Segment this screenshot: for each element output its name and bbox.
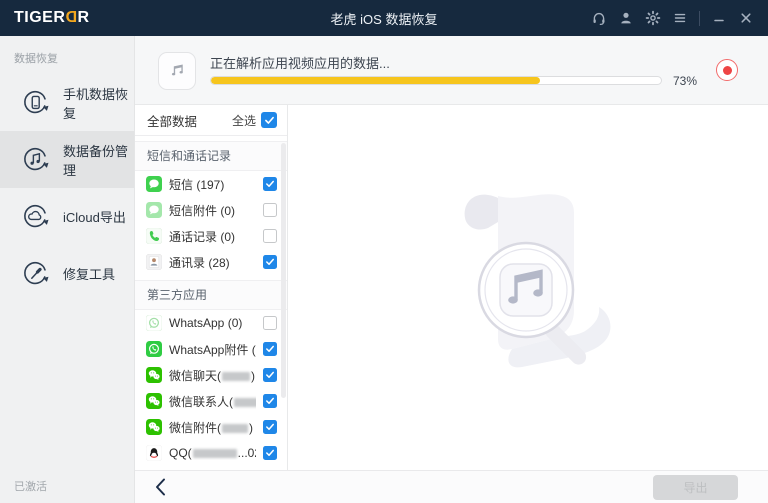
sidebar-item[interactable]: 数据备份管理 [0, 131, 134, 188]
logo-tail: R [77, 9, 89, 26]
item-checkbox[interactable] [263, 446, 277, 460]
item-checkbox[interactable] [263, 203, 277, 217]
list-item[interactable] [135, 466, 287, 470]
record-dot-icon [723, 66, 732, 75]
list-item[interactable]: 短信 (197) [135, 171, 287, 197]
list-item-label: 短信 (197) [169, 176, 256, 193]
list-item-label: 微信联系人() (2126) [169, 393, 256, 410]
main-area: 正在解析应用视频应用的数据... 73% 全部数据 全选 [135, 36, 768, 503]
sms-attachment-icon [146, 202, 162, 218]
item-checkbox[interactable] [263, 342, 277, 356]
progress-bar [210, 76, 662, 85]
sidebar-item[interactable]: 修复工具 [0, 245, 134, 302]
logo-accent-letter: D [65, 9, 77, 27]
list-item[interactable]: 通讯录 (28) [135, 249, 287, 275]
list-item[interactable]: 短信附件 (0) [135, 197, 287, 223]
menu-icon[interactable] [672, 10, 688, 26]
back-chevron-icon[interactable] [150, 477, 170, 497]
data-type-panel: 全部数据 全选 短信和通话记录短信 (197) 短信附件 (0) 通话记录 (0) 通… [135, 105, 288, 470]
sidebar-item-label: 手机数据恢复 [63, 84, 134, 122]
list-item[interactable]: WhatsApp附件 (2) [135, 336, 287, 362]
bottom-bar: 导出 [135, 470, 768, 503]
preview-area [288, 105, 768, 470]
list-item[interactable]: QQ(...021) (2) [135, 440, 287, 466]
parsing-illustration [412, 176, 644, 400]
sidebar-item[interactable]: 手机数据恢复 [0, 74, 134, 131]
sidebar-item-label: 数据备份管理 [63, 141, 134, 179]
wechat-icon [146, 419, 162, 435]
list-item[interactable]: 微信附件() (9259) [135, 414, 287, 440]
section-header: 第三方应用 [135, 280, 287, 310]
whatsapp-light-icon [146, 315, 162, 331]
whatsapp-icon [146, 341, 162, 357]
backup-management-icon [21, 145, 51, 175]
titlebar-actions [584, 10, 754, 26]
list-item[interactable]: WhatsApp (0) [135, 310, 287, 336]
gear-icon[interactable] [645, 10, 661, 26]
scan-status-text: 正在解析应用视频应用的数据... [210, 53, 390, 72]
list-scrollbar[interactable] [281, 143, 286, 398]
list-item[interactable]: 微信联系人() (2126) [135, 388, 287, 414]
item-checkbox[interactable] [263, 420, 277, 434]
qq-icon [146, 445, 162, 461]
wechat-icon [146, 367, 162, 383]
section-header: 短信和通话记录 [135, 141, 287, 171]
list-title: 全部数据 [147, 111, 232, 130]
headset-icon[interactable] [591, 10, 607, 26]
item-checkbox[interactable] [263, 229, 277, 243]
item-checkbox[interactable] [263, 368, 277, 382]
select-all-checkbox[interactable] [261, 112, 277, 128]
sms-icon [146, 176, 162, 192]
music-note-icon [158, 52, 196, 90]
list-item[interactable]: 微信聊天() (280) [135, 362, 287, 388]
redacted-text [222, 372, 250, 381]
list-item-label: QQ(...021) (2) [169, 446, 256, 460]
redacted-text [222, 424, 248, 433]
sidebar-section-label: 数据恢复 [0, 36, 134, 74]
select-all-label: 全选 [232, 112, 256, 129]
titlebar: TIGERDR 老虎 iOS 数据恢复 [0, 0, 768, 36]
list-item-label: WhatsApp (0) [169, 316, 256, 330]
repair-tool-icon [21, 259, 51, 289]
export-button[interactable]: 导出 [653, 475, 738, 500]
app-logo: TIGERDR [14, 9, 184, 27]
icloud-export-icon [21, 202, 51, 232]
list-item-label: 通讯录 (28) [169, 254, 256, 271]
window-title: 老虎 iOS 数据恢复 [184, 9, 584, 28]
user-icon[interactable] [618, 10, 634, 26]
redacted-text [234, 398, 256, 407]
sidebar-item-label: iCloud导出 [63, 207, 126, 226]
sidebar-item[interactable]: iCloud导出 [0, 188, 134, 245]
minimize-icon[interactable] [711, 10, 727, 26]
list-item-label: 通话记录 (0) [169, 228, 256, 245]
wechat-icon [146, 393, 162, 409]
scan-progress-area: 正在解析应用视频应用的数据... 73% [135, 36, 768, 105]
list-sections: 短信和通话记录短信 (197) 短信附件 (0) 通话记录 (0) 通讯录 (28) 第… [135, 141, 287, 470]
activation-status: 已激活 [14, 478, 47, 494]
item-checkbox[interactable] [263, 316, 277, 330]
progress-percent: 73% [673, 74, 697, 88]
list-header: 全部数据 全选 [135, 105, 287, 136]
sidebar-item-label: 修复工具 [63, 264, 115, 283]
item-checkbox[interactable] [263, 177, 277, 191]
progress-fill [211, 77, 540, 84]
app-window: TIGERDR 老虎 iOS 数据恢复 [0, 0, 768, 503]
record-stop-button[interactable] [716, 59, 738, 81]
list-item-label: WhatsApp附件 (2) [169, 341, 256, 358]
phone-recovery-icon [21, 88, 51, 118]
close-icon[interactable] [738, 10, 754, 26]
list-item[interactable]: 通话记录 (0) [135, 223, 287, 249]
call-log-icon [146, 228, 162, 244]
redacted-text [193, 449, 237, 458]
logo-text: TIGER [14, 9, 65, 26]
sidebar-items: 手机数据恢复数据备份管理 iCloud导出修复工具 [0, 74, 134, 302]
sidebar: 数据恢复 手机数据恢复数据备份管理 iCloud导出修复工具 已激活 [0, 36, 135, 503]
list-item-label: 短信附件 (0) [169, 202, 256, 219]
titlebar-divider [699, 11, 700, 26]
item-checkbox[interactable] [263, 394, 277, 408]
list-item-label: 微信聊天() (280) [169, 367, 256, 384]
contacts-icon [146, 254, 162, 270]
item-checkbox[interactable] [263, 255, 277, 269]
list-item-label: 微信附件() (9259) [169, 419, 256, 436]
